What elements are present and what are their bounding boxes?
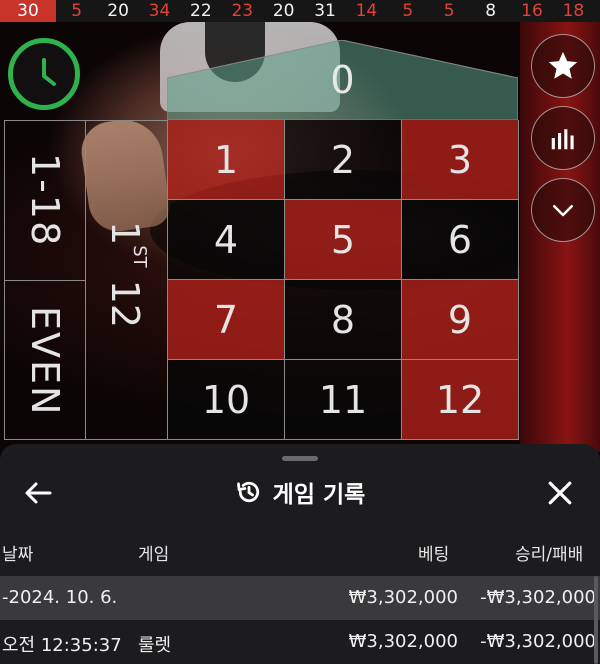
bet-spot-number[interactable]: 12 xyxy=(402,360,519,440)
bet-spot-first-dozen[interactable]: 1ST 12 xyxy=(86,121,167,441)
history-row[interactable]: 오전 12:35:37 룰렛 ₩3,302,000 -₩3,302,000 xyxy=(0,620,600,664)
row-date: -2024. 10. 6. xyxy=(2,587,118,608)
scrollbar[interactable] xyxy=(594,576,598,664)
result-item: 5 xyxy=(402,1,414,21)
sheet-drag-handle[interactable] xyxy=(282,456,318,461)
low-label: 1-18 xyxy=(23,153,67,248)
result-item: 20 xyxy=(272,1,295,21)
row-bet: ₩3,302,000 xyxy=(348,587,458,608)
column-header-bet: 베팅 xyxy=(418,545,450,565)
bet-spot-number[interactable]: 7 xyxy=(168,280,285,360)
latest-result: 30 xyxy=(0,0,56,22)
bet-spot-zero[interactable]: 0 xyxy=(167,40,518,120)
column-header-date: 날짜 xyxy=(2,545,34,565)
outside-bets-column: 1-18 EVEN xyxy=(4,120,86,440)
result-item: 20 xyxy=(107,1,129,21)
dozen-label: 1ST 12 xyxy=(103,221,150,329)
bet-spot-number[interactable]: 5 xyxy=(285,200,402,280)
bet-spot-number[interactable]: 6 xyxy=(402,200,519,280)
zero-label: 0 xyxy=(330,58,355,102)
dozen-bets-column: 1ST 12 xyxy=(86,120,167,440)
row-win-loss: -₩3,302,000 xyxy=(480,587,596,608)
history-table-header: 날짜 게임 베팅 승리/패배 xyxy=(0,540,600,565)
bet-spot-number[interactable]: 2 xyxy=(285,120,402,200)
bet-spot-even[interactable]: EVEN xyxy=(5,281,85,441)
bet-spot-number[interactable]: 11 xyxy=(285,360,402,440)
sheet-header: 게임 기록 xyxy=(0,470,600,514)
betting-timer xyxy=(8,38,80,110)
result-item: 18 xyxy=(562,1,585,21)
result-item: 5 xyxy=(443,1,455,21)
chevron-down-icon xyxy=(553,205,573,217)
column-header-win-loss: 승리/패배 xyxy=(515,545,584,565)
result-item: 5 xyxy=(71,1,83,21)
bet-spot-low[interactable]: 1-18 xyxy=(5,121,85,281)
bet-spot-number[interactable]: 3 xyxy=(402,120,519,200)
result-item: 31 xyxy=(314,1,336,21)
clock-icon xyxy=(42,58,56,86)
result-item: 8 xyxy=(485,1,497,21)
title-group: 게임 기록 xyxy=(235,475,366,509)
row-time: 오전 12:35:37 xyxy=(2,635,122,656)
star-icon xyxy=(548,51,578,79)
statistics-button[interactable] xyxy=(531,106,595,170)
result-item: 16 xyxy=(521,1,543,21)
bet-spot-number[interactable]: 8 xyxy=(285,280,402,360)
recent-results-strip: 30 5 20 34 22 23 20 31 14 5 5 8 16 18 xyxy=(0,0,600,22)
result-item: 22 xyxy=(190,1,212,21)
bet-spot-number[interactable]: 4 xyxy=(168,200,285,280)
bet-spot-number[interactable]: 1 xyxy=(168,120,285,200)
close-button[interactable] xyxy=(544,478,576,508)
history-icon xyxy=(236,481,259,503)
bet-spot-number[interactable]: 9 xyxy=(402,280,519,360)
bar-chart-icon xyxy=(551,129,574,150)
expand-button[interactable] xyxy=(531,178,595,242)
row-win-loss: -₩3,302,000 xyxy=(480,631,596,652)
number-grid: 1 2 3 4 5 6 7 8 9 10 11 12 xyxy=(167,120,519,440)
result-item: 34 xyxy=(148,1,171,21)
history-row[interactable]: -2024. 10. 6. ₩3,302,000 -₩3,302,000 xyxy=(0,576,600,620)
close-icon xyxy=(548,481,572,505)
sheet-title: 게임 기록 xyxy=(272,482,366,508)
row-game: 룰렛 xyxy=(138,635,172,656)
column-header-game: 게임 xyxy=(138,545,170,565)
even-label: EVEN xyxy=(23,305,67,417)
favorite-button[interactable] xyxy=(531,34,595,98)
game-history-sheet: 게임 기록 날짜 게임 베팅 승리/패배 -2024. 10. 6. ₩3,30… xyxy=(0,444,600,664)
result-item: 23 xyxy=(231,1,254,21)
row-bet: ₩3,302,000 xyxy=(348,631,458,652)
result-item: 14 xyxy=(355,1,378,21)
bet-spot-number[interactable]: 10 xyxy=(168,360,285,440)
